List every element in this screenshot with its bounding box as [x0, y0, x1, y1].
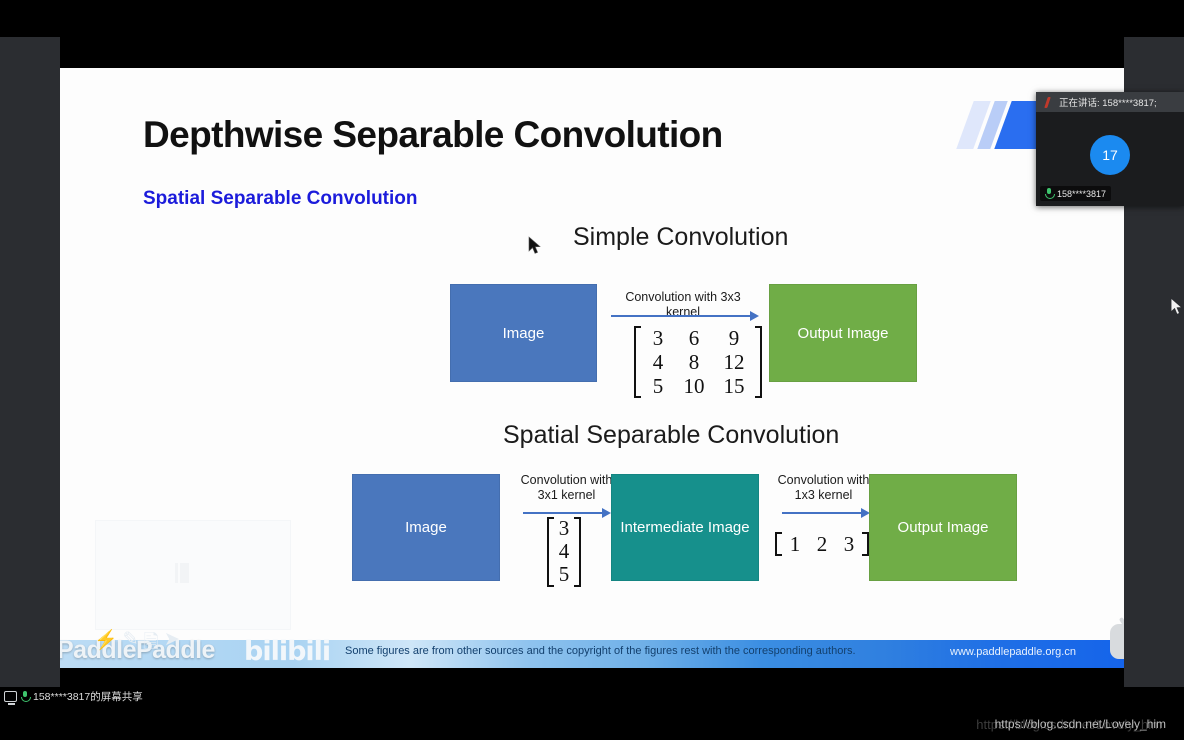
- spatial-input-box: Image: [352, 474, 500, 581]
- matrix-bracket-right: [574, 517, 581, 586]
- matrix-values: 3 6 9 4 8 12 5 10 15: [641, 326, 755, 398]
- screen-share-icon: [4, 691, 17, 705]
- page-title: Depthwise Separable Convolution: [143, 114, 723, 155]
- microphone-icon: [21, 691, 31, 702]
- avatar: 17: [1090, 135, 1130, 176]
- arrow-label-line: 3x1 kernel: [537, 488, 596, 502]
- matrix-values: 3 4 5: [554, 517, 574, 586]
- video-panel-header[interactable]: 正在讲话: 158****3817;: [1036, 92, 1184, 112]
- simple-arrow-icon: [611, 311, 759, 321]
- spatial-intermediate-label: Intermediate Image: [620, 519, 750, 536]
- footer-copyright-note: Some figures are from other sources and …: [345, 645, 856, 657]
- matrix-cell: 5: [558, 562, 570, 586]
- matrix-cell: 9: [728, 326, 740, 350]
- matrix-cell: 10: [683, 374, 705, 398]
- slide-ghost-artifact: [95, 520, 291, 630]
- footer-url: www.paddlepaddle.org.cn: [950, 646, 1076, 658]
- matrix-cell: 5: [652, 374, 664, 398]
- matrix-cell: 3: [558, 516, 570, 540]
- matrix-cell: 15: [723, 374, 745, 398]
- spatial-arrow-icon-2: [782, 508, 870, 518]
- matrix-bracket-left: [547, 517, 554, 586]
- matrix-cell: 6: [688, 326, 700, 350]
- matrix-cell: 2: [816, 532, 828, 556]
- slide-footer-bar: Some figures are from other sources and …: [60, 640, 1124, 668]
- shared-slide: Depthwise Separable Convolution Spatial …: [60, 68, 1124, 668]
- screen-share-status-bar[interactable]: 158****3817的屏幕共享: [4, 689, 143, 705]
- section-heading-spatial: Spatial Separable Convolution: [503, 421, 840, 449]
- matrix-cell: 3: [652, 326, 664, 350]
- matrix-bracket-left: [775, 532, 782, 556]
- csdn-watermark: https://blog.csdn.net/Lovely_him: [994, 717, 1166, 731]
- video-panel-body[interactable]: 17 158****3817: [1036, 112, 1184, 206]
- bilibili-tv-logo-icon: [1110, 616, 1124, 659]
- matrix-cell: 8: [688, 350, 700, 374]
- top-black-band: [0, 0, 1184, 37]
- arrow-label-line: Convolution with: [520, 473, 613, 487]
- matrix-bracket-right: [862, 532, 869, 556]
- simple-output-label: Output Image: [797, 324, 889, 342]
- speaking-indicator-icon: [1042, 97, 1053, 108]
- spatial-input-label: Image: [405, 519, 447, 536]
- arrow-label-line: Convolution with: [777, 473, 870, 487]
- video-participant-panel[interactable]: 正在讲话: 158****3817; 17 158****3817: [1036, 92, 1184, 206]
- video-panel-header-text: 正在讲话: 158****3817;: [1059, 98, 1157, 109]
- matrix-values: 1 2 3: [782, 532, 862, 556]
- simple-input-label: Image: [502, 324, 545, 342]
- section-heading-simple: Simple Convolution: [573, 223, 789, 251]
- spatial-arrow-label-1: Convolution with 3x1 kernel: [511, 473, 622, 503]
- microphone-icon: [1045, 188, 1055, 199]
- desktop-root: Depthwise Separable Convolution Spatial …: [0, 0, 1184, 740]
- bottom-black-band: [0, 687, 1184, 740]
- spatial-arrow-label-2: Convolution with 1x3 kernel: [768, 473, 879, 503]
- matrix-cell: 4: [558, 539, 570, 563]
- left-chrome-panel: [0, 37, 60, 687]
- spatial-output-box: Output Image: [869, 474, 1017, 581]
- tv-body: [1110, 624, 1124, 659]
- matrix-cell: 3: [843, 532, 855, 556]
- simple-kernel-matrix: 3 6 9 4 8 12 5 10 15: [634, 326, 762, 398]
- screen-share-status-text: 158****3817的屏幕共享: [33, 691, 143, 703]
- participant-name: 158****3817: [1057, 188, 1107, 199]
- avatar-initials: 17: [1102, 147, 1118, 164]
- slide-subtitle: Spatial Separable Convolution: [143, 188, 418, 209]
- participant-name-badge: 158****3817: [1040, 186, 1112, 201]
- spatial-kernel-row-matrix: 1 2 3: [775, 532, 869, 556]
- matrix-cell: 1: [789, 532, 801, 556]
- share-top-band: [60, 37, 1124, 68]
- slide-ghost-mark: [175, 563, 189, 583]
- simple-output-box: Output Image: [769, 284, 917, 382]
- arrow-label-line: 1x3 kernel: [794, 488, 853, 502]
- spatial-output-label: Output Image: [897, 519, 989, 536]
- matrix-cell: 12: [723, 350, 745, 374]
- simple-input-box: Image: [450, 284, 597, 382]
- spatial-kernel-col-matrix: 3 4 5: [547, 517, 581, 586]
- matrix-bracket-left: [634, 326, 641, 398]
- matrix-cell: 4: [652, 350, 664, 374]
- spatial-intermediate-box: Intermediate Image: [611, 474, 759, 581]
- matrix-bracket-right: [755, 326, 762, 398]
